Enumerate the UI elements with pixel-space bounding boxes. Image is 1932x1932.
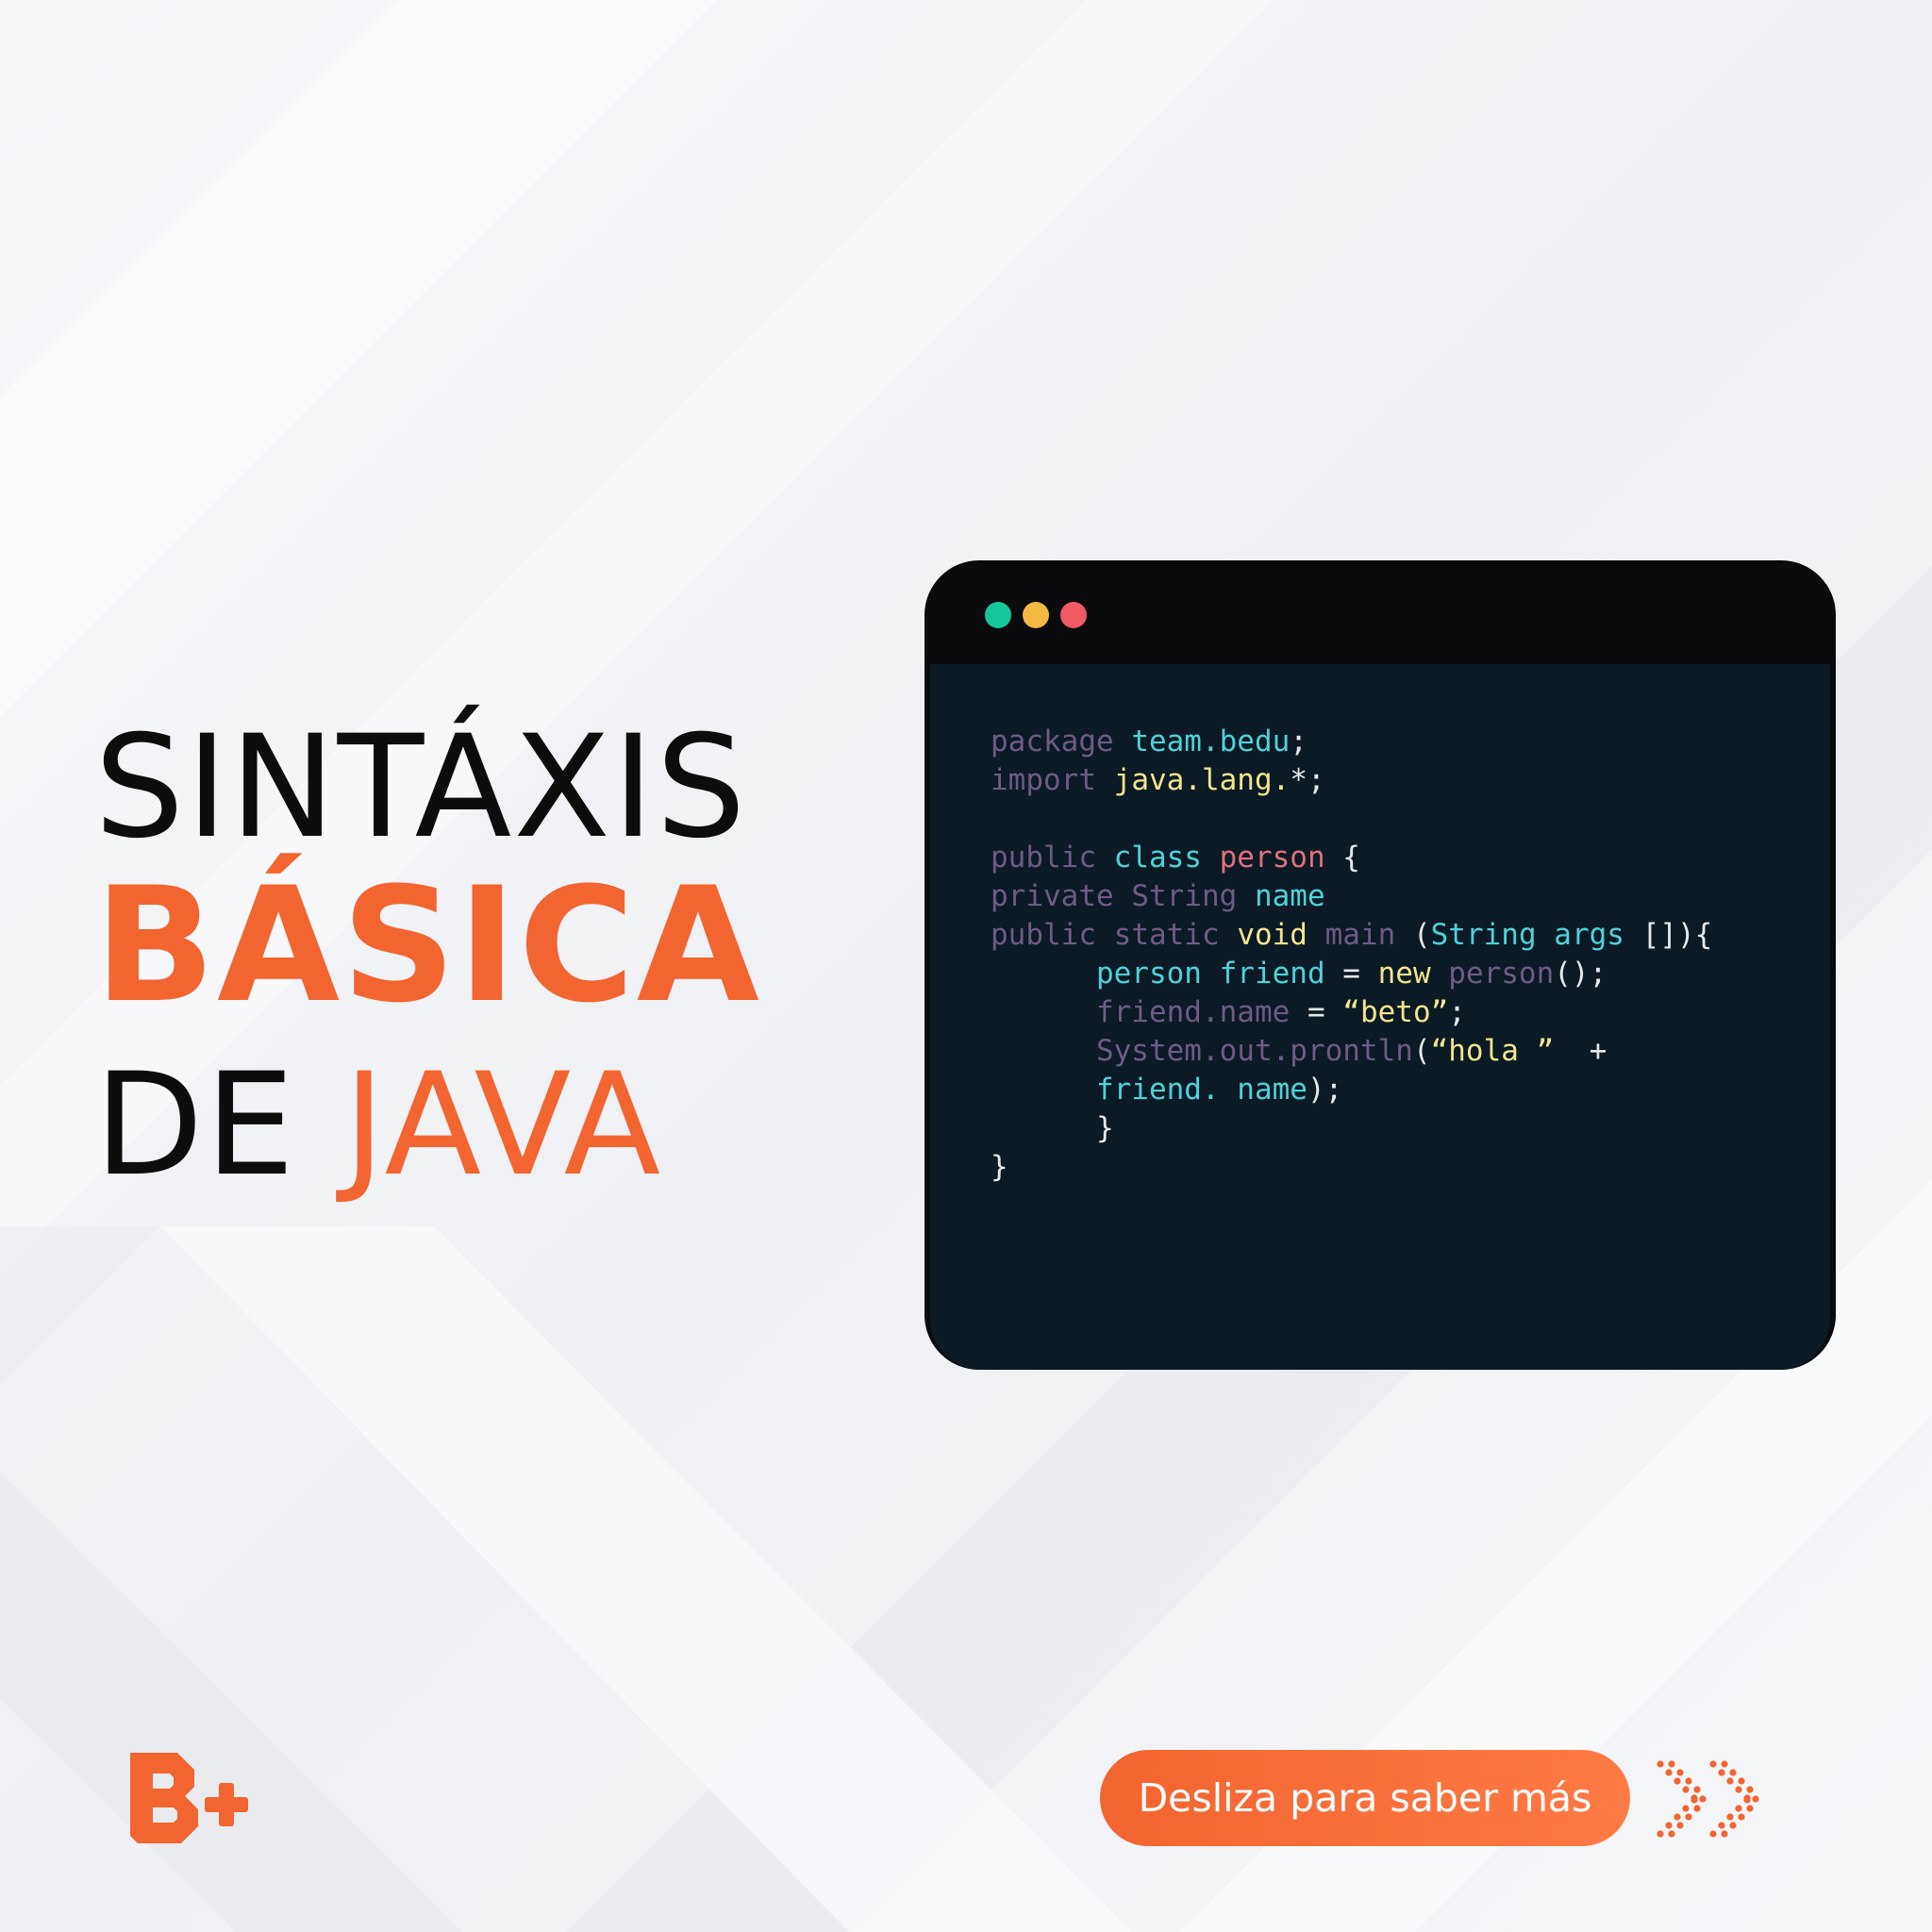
red-dot-icon [1060,602,1087,628]
code-token: = [1290,995,1343,1029]
code-token: } [1095,1111,1114,1145]
code-token: friend. name [1095,1073,1307,1107]
code-line: public class person { [991,839,1712,877]
code-token: ); [1307,1073,1343,1107]
code-line: public static void main (String args [])… [991,916,1712,955]
code-token: friend [1219,957,1325,991]
code-token: “hola ” [1430,1034,1555,1068]
headline: SINTÁXIS BÁSICA DE JAVA [94,717,761,1204]
code-token: team.bedu [1131,724,1291,758]
code-window: package team.bedu; import java.lang.*; pu… [924,560,1836,1370]
code-line: friend.name = “beto”; [991,993,1712,1032]
code-token: { [1324,841,1360,874]
code-token: person [1219,841,1325,874]
code-token: } [991,1150,1008,1184]
code-line: friend. name); [991,1071,1712,1109]
code-token: ( [1412,918,1431,952]
code-token: import [991,763,1114,797]
code-token: static [1113,918,1238,952]
code-token: public [991,841,1114,874]
code-block: package team.bedu; import java.lang.*; pu… [991,723,1712,1187]
window-title-bar [924,560,1836,664]
code-token: = [1324,957,1378,991]
code-token: String [1430,918,1555,952]
code-token: name [1254,879,1325,913]
code-line: } [991,1109,1712,1148]
headline-line-2: BÁSICA [94,853,761,1038]
code-token: person [1448,957,1555,991]
code-token: package [991,724,1132,758]
green-dot-icon [985,602,1011,628]
code-line: private String name [991,877,1712,916]
code-token: private [991,879,1132,913]
code-token: new [1377,957,1449,991]
headline-line-1: SINTÁXIS [94,706,748,870]
code-editor-area: package team.bedu; import java.lang.*; pu… [930,664,1830,1370]
code-token: person [1095,957,1220,991]
code-token: ( [1412,1034,1431,1068]
code-token: ; [1448,995,1466,1029]
headline-line-3: DE JAVA [94,1055,761,1204]
code-token: main [1324,918,1413,952]
bedu-logo-icon [130,1753,248,1843]
code-line: package team.bedu; [991,723,1712,761]
yellow-dot-icon [1023,602,1049,628]
code-token: []){ [1624,918,1713,952]
code-token: “beto” [1342,995,1449,1029]
swipe-cta-label: Desliza para saber más [1138,1775,1592,1821]
code-token: System.out.prontln [1095,1034,1413,1068]
headline-line-3-accent: JAVA [342,1043,663,1208]
code-line: person friend = new person(); [991,955,1712,993]
code-token: ; [1290,724,1307,758]
code-token: public [991,918,1114,952]
swipe-cta-button[interactable]: Desliza para saber más [1100,1750,1630,1846]
headline-line-3-prefix: DE [94,1043,297,1208]
dotted-double-chevron-right-icon [1657,1760,1759,1838]
code-token: friend.name [1095,995,1291,1029]
code-token: java.lang. [1113,763,1291,797]
code-token: + [1554,1034,1607,1068]
code-token: *; [1290,763,1325,797]
code-token: args [1554,918,1624,952]
code-token: String [1131,879,1255,913]
code-line: } [991,1148,1712,1187]
code-token: void [1237,918,1325,952]
code-token: (); [1554,957,1607,991]
code-token: class [1113,841,1220,874]
code-line: import java.lang.*; [991,761,1712,800]
code-line: System.out.prontln(“hola ” + [991,1032,1712,1071]
